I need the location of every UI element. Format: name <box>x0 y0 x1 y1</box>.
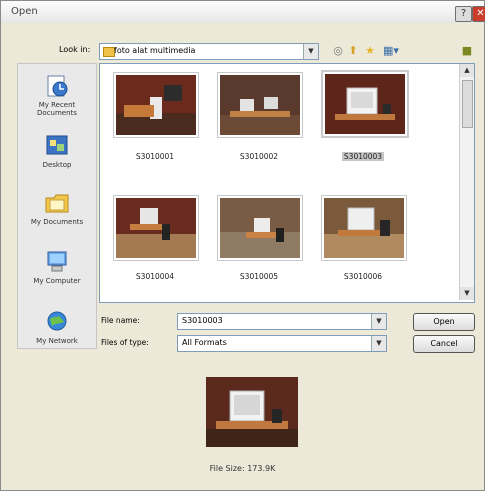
preview-photo <box>206 377 298 447</box>
title-bar: Open ? ✕ <box>1 1 485 23</box>
camera-folder-icon[interactable]: ■ <box>460 44 474 58</box>
cancel-button[interactable]: Cancel <box>413 335 475 353</box>
lookin-dropdown[interactable]: foto alat multimedia ▼ <box>99 43 319 60</box>
place-my-computer[interactable]: My Computer <box>18 250 96 285</box>
file-name: S3010001 <box>135 152 175 161</box>
my-documents-icon <box>45 194 69 213</box>
chevron-down-icon: ▼ <box>371 336 386 351</box>
file-thumbnail[interactable] <box>217 195 303 261</box>
vertical-scrollbar[interactable]: ▲ ▼ <box>459 64 474 300</box>
image-preview <box>206 377 298 447</box>
filename-label: File name: <box>101 316 140 325</box>
my-network-icon <box>47 311 67 331</box>
scroll-down-icon[interactable]: ▼ <box>460 287 474 300</box>
my-computer-icon <box>47 251 67 272</box>
chevron-down-icon: ▼ <box>371 314 386 329</box>
filename-value: S3010003 <box>182 316 223 325</box>
photo-thumbnail <box>324 198 404 258</box>
close-button[interactable]: ✕ <box>472 6 485 22</box>
views-menu-icon[interactable]: ▦▾ <box>381 44 401 58</box>
file-name: S3010002 <box>239 152 279 161</box>
desktop-icon <box>46 135 68 155</box>
back-icon[interactable]: ◎ <box>331 44 345 58</box>
filename-input[interactable]: S3010003 ▼ <box>177 313 387 330</box>
place-label: My Computer <box>33 277 81 285</box>
file-name: S3010006 <box>343 272 383 281</box>
recent-documents-icon <box>47 75 68 97</box>
filetype-dropdown[interactable]: All Formats ▼ <box>177 335 387 352</box>
photo-thumbnail <box>325 74 405 134</box>
file-thumbnail[interactable] <box>321 195 407 261</box>
place-my-network[interactable]: My Network <box>18 310 96 345</box>
place-my-documents[interactable]: My Documents <box>18 191 96 226</box>
place-label: Documents <box>37 109 77 117</box>
photo-thumbnail <box>220 75 300 135</box>
file-thumbnail-selected[interactable] <box>321 70 409 138</box>
place-label: My Documents <box>30 218 84 226</box>
photo-thumbnail <box>116 75 196 135</box>
place-label: Desktop <box>42 161 72 169</box>
new-folder-icon[interactable]: ★ <box>363 44 377 58</box>
open-dialog: Open ? ✕ Look in: foto alat multimedia ▼… <box>0 0 485 491</box>
file-thumbnail[interactable] <box>113 72 199 138</box>
place-desktop[interactable]: Desktop <box>18 134 96 169</box>
file-size-text: File Size: 173.9K <box>209 464 276 473</box>
window-title: Open <box>11 6 38 17</box>
open-button[interactable]: Open <box>413 313 475 331</box>
file-name: S3010005 <box>239 272 279 281</box>
file-thumbnail[interactable] <box>113 195 199 261</box>
help-button[interactable]: ? <box>455 6 472 22</box>
filetype-label: Files of type: <box>101 338 149 347</box>
photo-thumbnail <box>116 198 196 258</box>
chevron-down-icon: ▼ <box>303 44 318 59</box>
places-bar: My Recent Documents Desktop My Documents <box>17 63 97 349</box>
place-label: My Network <box>36 337 78 345</box>
file-name-selected: S3010003 <box>341 152 385 161</box>
photo-thumbnail <box>220 198 300 258</box>
filetype-value: All Formats <box>182 338 227 347</box>
place-my-recent-documents[interactable]: My Recent Documents <box>18 74 96 117</box>
scroll-up-icon[interactable]: ▲ <box>460 64 474 77</box>
file-name: S3010004 <box>135 272 175 281</box>
scrollbar-thumb[interactable] <box>462 80 473 128</box>
place-label: My Recent <box>38 101 76 109</box>
lookin-value: foto alat multimedia <box>114 46 196 55</box>
up-folder-icon[interactable]: ⬆ <box>346 44 360 58</box>
file-thumbnail[interactable] <box>217 72 303 138</box>
lookin-label: Look in: <box>59 45 91 54</box>
file-list[interactable]: S3010001 S3010002 S3010003 S3010004 S301… <box>99 63 475 303</box>
